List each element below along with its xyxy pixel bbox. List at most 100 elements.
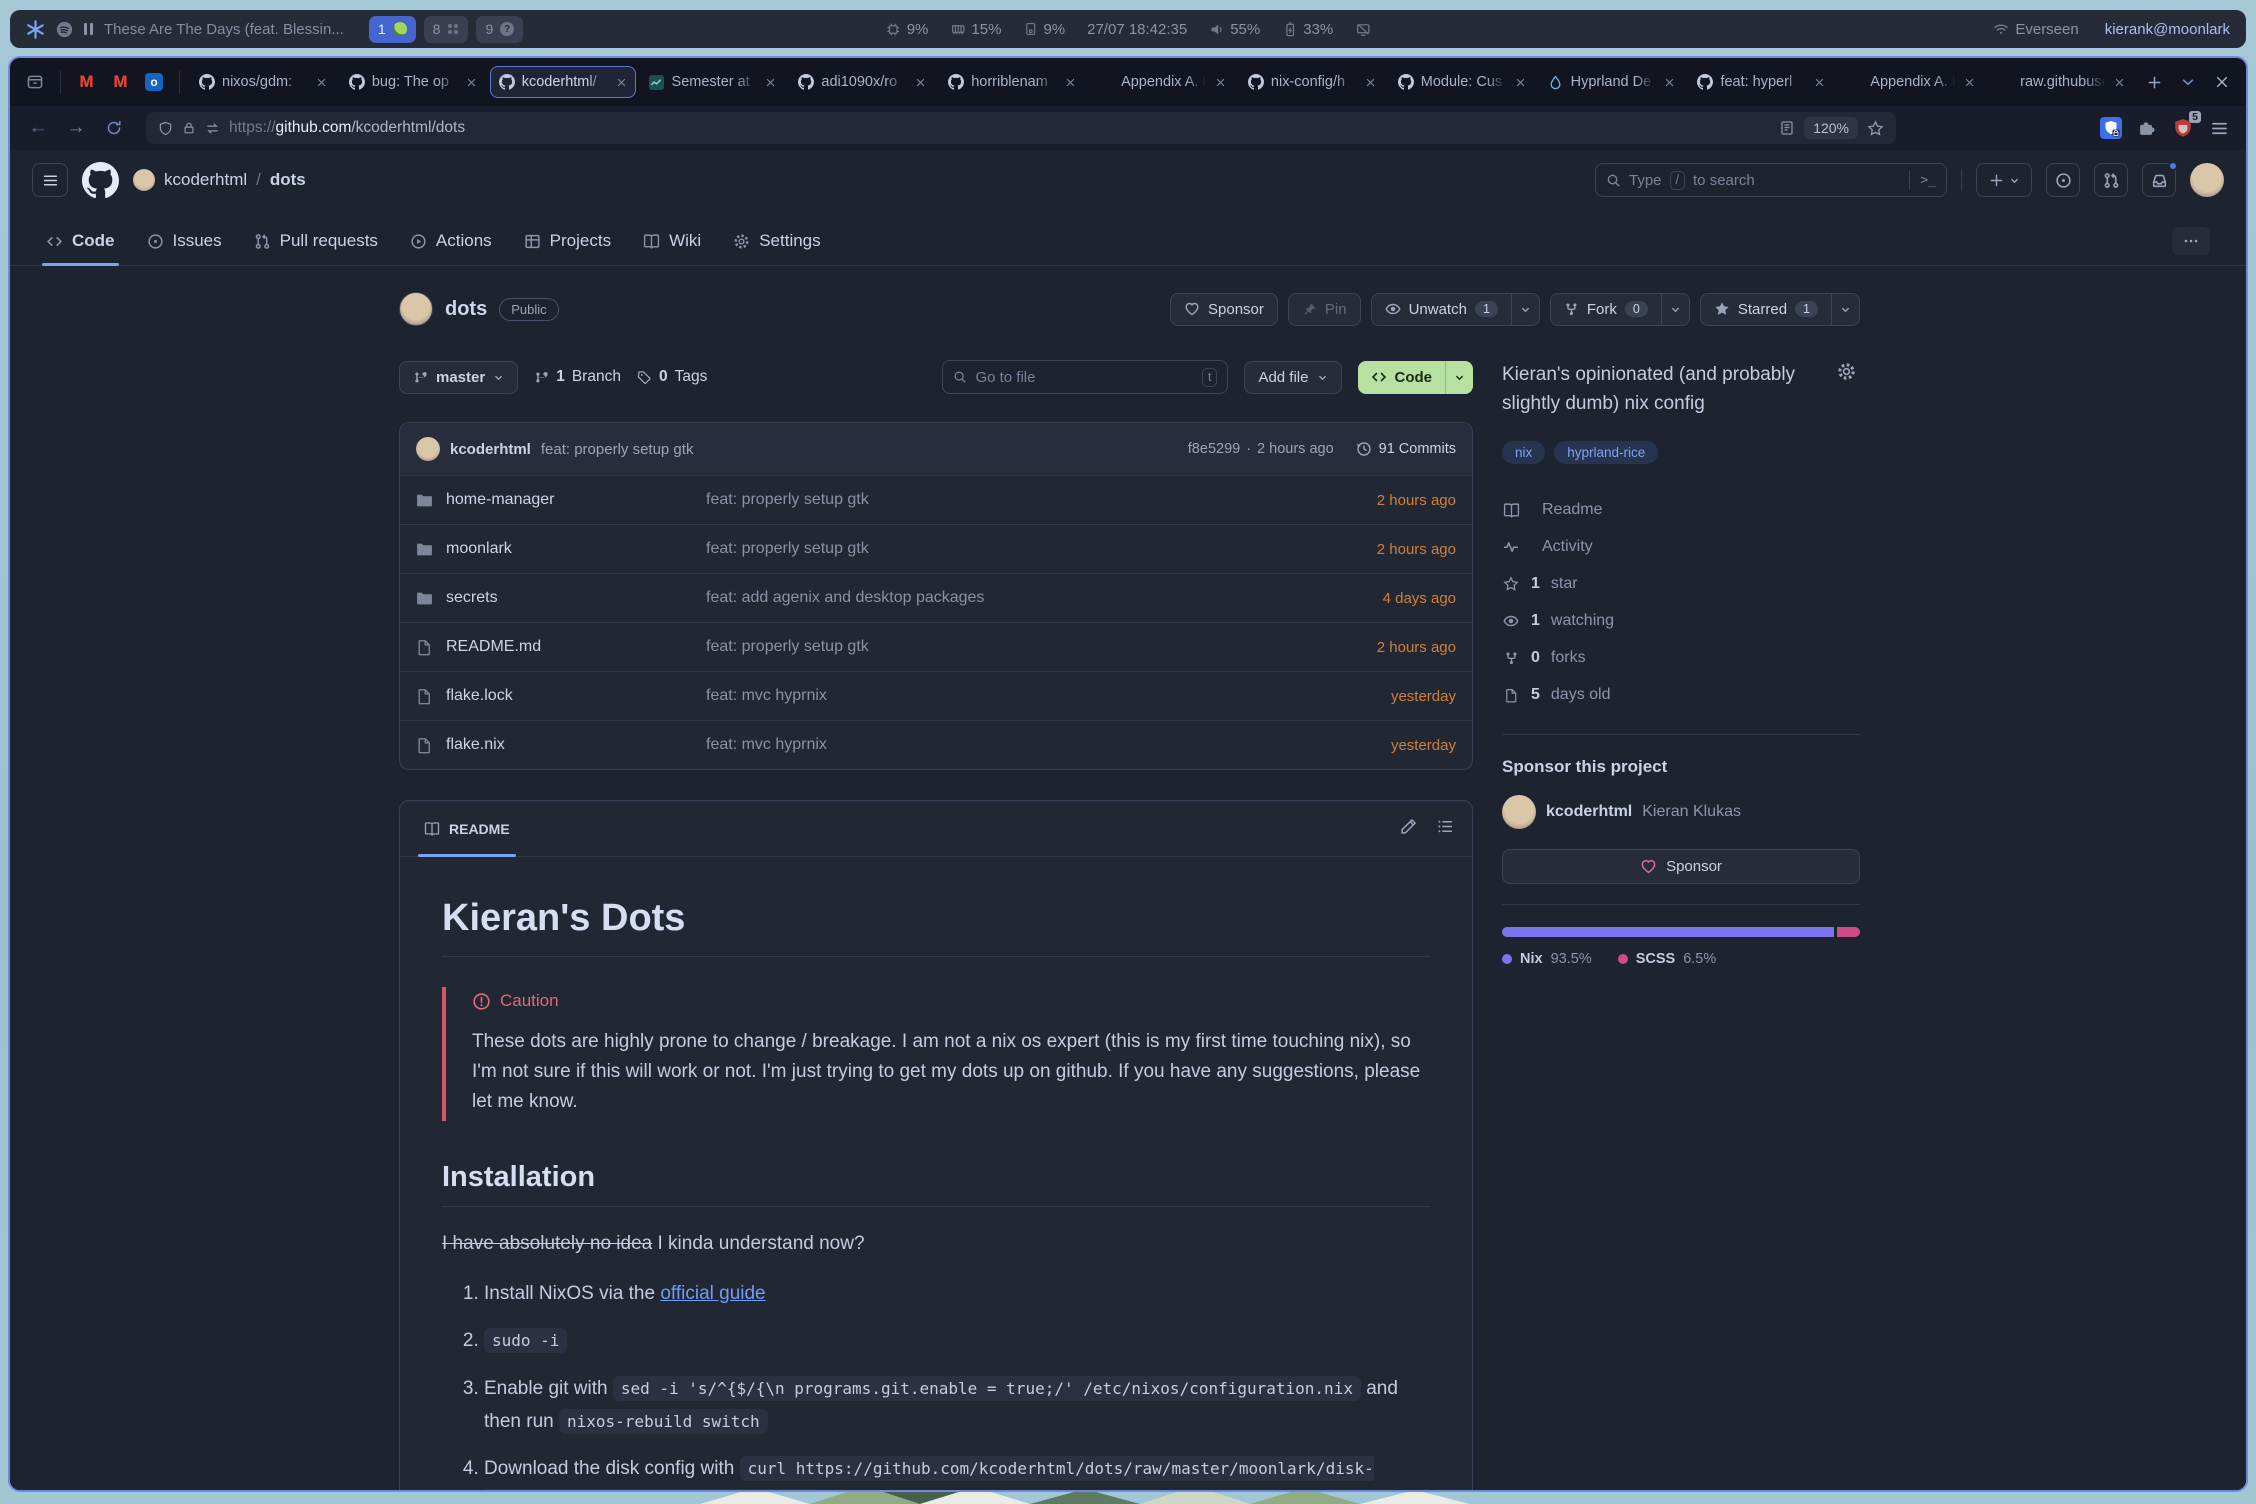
create-new-button[interactable] [1976,163,2032,197]
nixos-logo-icon[interactable] [26,20,45,39]
browser-tab[interactable]: adi1090x/ro [789,66,935,98]
unwatch-button[interactable]: Unwatch 1 [1371,293,1512,326]
tab-close-icon[interactable] [316,77,327,88]
browser-tab[interactable]: horriblenam [939,66,1085,98]
language-legend-item[interactable]: Nix 93.5% [1502,951,1592,967]
file-name[interactable]: home-manager [446,491,555,509]
committer-avatar[interactable] [416,437,440,461]
repo-nav-tab-actions[interactable]: Actions [396,217,506,265]
repo-nav-tab-issues[interactable]: Issues [133,217,236,265]
user-avatar[interactable] [2190,163,2224,197]
fork-button[interactable]: Fork 0 [1550,293,1662,326]
file-commit-message[interactable]: feat: add agenix and desktop packages [706,589,1383,607]
pull-requests-button[interactable] [2094,163,2128,197]
sidebar-link-readme[interactable]: Readme [1502,492,1860,529]
edit-pencil-icon[interactable] [1400,818,1417,840]
tab-list-button[interactable] [2174,68,2202,96]
browser-tab[interactable]: raw.githubuser [1988,66,2134,98]
code-button[interactable]: Code [1358,361,1446,394]
wifi-status[interactable]: Everseen [1993,21,2078,38]
branch-selector[interactable]: master [399,361,518,394]
sidebar-link-forks[interactable]: 0forks [1502,640,1860,677]
edit-about-gear-icon[interactable] [1837,362,1856,386]
add-file-button[interactable]: Add file [1244,361,1341,394]
repo-nav-tab-pull-requests[interactable]: Pull requests [240,217,392,265]
file-name[interactable]: moonlark [446,540,512,558]
file-commit-message[interactable]: feat: properly setup gtk [706,540,1377,558]
maintainer-row[interactable]: kcoderhtml Kieran Klukas [1502,795,1860,829]
tab-close-icon[interactable] [616,77,627,88]
owner-avatar[interactable] [133,169,155,191]
fork-caret-button[interactable] [1662,293,1690,326]
nav-overflow-button[interactable] [2172,227,2210,255]
topic-hyprland-rice[interactable]: hyprland-rice [1554,441,1658,464]
code-caret-button[interactable] [1445,361,1473,394]
notifications-inbox-button[interactable] [2142,163,2176,197]
bitwarden-icon[interactable] [2098,115,2124,141]
file-commit-message[interactable]: feat: mvc hyprnix [706,736,1391,754]
forward-button[interactable]: → [62,117,90,139]
file-commit-message[interactable]: feat: properly setup gtk [706,491,1377,509]
outline-list-icon[interactable] [1437,818,1454,840]
pinned-tab-gmail[interactable]: M [71,68,101,96]
breadcrumb-repo[interactable]: dots [270,170,306,190]
workspace-box-icon[interactable] [20,67,50,97]
starred-button[interactable]: Starred 1 [1700,293,1832,326]
star-caret-button[interactable] [1832,293,1860,326]
sidebar-link-star[interactable]: 1star [1502,566,1860,603]
file-row[interactable]: README.md feat: properly setup gtk 2 hou… [400,622,1472,671]
tab-close-icon[interactable] [1664,77,1675,88]
commit-history-link[interactable]: 91 Commits [1356,441,1456,457]
file-name[interactable]: README.md [446,638,541,656]
repo-nav-tab-projects[interactable]: Projects [510,217,625,265]
github-logo-icon[interactable] [82,162,119,199]
browser-tab[interactable]: Hyprland De [1539,66,1685,98]
global-search-input[interactable]: Type / to search >_ [1595,163,1947,197]
tab-close-icon[interactable] [915,77,926,88]
menu-hamburger-icon[interactable] [2206,115,2232,141]
tab-close-icon[interactable] [1964,77,1975,88]
ublock-icon[interactable]: 5 [2170,115,2196,141]
issues-button[interactable] [2046,163,2080,197]
sponsor-project-button[interactable]: Sponsor [1502,849,1860,884]
browser-tab[interactable]: Appendix A. H [1838,66,1984,98]
browser-tab[interactable]: nixos/gdm: [190,66,336,98]
extensions-puzzle-icon[interactable] [2134,115,2160,141]
file-name[interactable]: flake.nix [446,736,505,754]
file-row[interactable]: secrets feat: add agenix and desktop pac… [400,573,1472,622]
browser-tab[interactable]: kcoderhtml/ [490,66,636,98]
sidebar-link-watching[interactable]: 1watching [1502,603,1860,640]
topic-nix[interactable]: nix [1502,441,1545,464]
lock-icon[interactable] [182,121,196,135]
file-row[interactable]: moonlark feat: properly setup gtk 2 hour… [400,524,1472,573]
file-commit-message[interactable]: feat: mvc hyprnix [706,687,1391,705]
browser-tab[interactable]: nix-config/h [1239,66,1385,98]
spotify-icon[interactable] [56,21,73,38]
sponsor-button[interactable]: Sponsor [1170,293,1278,326]
reload-button[interactable] [100,120,128,136]
sidebar-link-days-old[interactable]: 5days old [1502,677,1860,714]
watch-caret-button[interactable] [1512,293,1540,326]
tab-close-icon[interactable] [2114,77,2125,88]
zoom-level[interactable]: 120% [1804,117,1858,139]
commit-sha[interactable]: f8e5299 [1188,441,1240,457]
readme-tab[interactable]: README [418,801,516,856]
back-button[interactable]: ← [24,117,52,139]
command-palette-icon[interactable]: >_ [1920,173,1936,188]
tab-close-icon[interactable] [1065,77,1076,88]
repo-title[interactable]: dots [445,298,487,321]
browser-tab[interactable]: Module: Cus [1389,66,1535,98]
branches-link[interactable]: 1Branch [534,368,621,386]
media-pause-icon[interactable] [84,23,93,35]
repo-nav-tab-wiki[interactable]: Wiki [629,217,715,265]
tab-close-icon[interactable] [466,77,477,88]
shield-icon[interactable] [158,121,173,136]
browser-tab[interactable]: feat: hyperl [1688,66,1834,98]
browser-tab[interactable]: Appendix A. H [1089,66,1235,98]
workspace-button[interactable]: 1 [369,16,416,43]
maintainer-avatar[interactable] [1502,795,1536,829]
readme-link[interactable]: official guide [660,1283,765,1304]
pinned-tab-outlook[interactable]: o [139,68,169,96]
file-name[interactable]: secrets [446,589,498,607]
breadcrumb-owner[interactable]: kcoderhtml [164,170,247,190]
